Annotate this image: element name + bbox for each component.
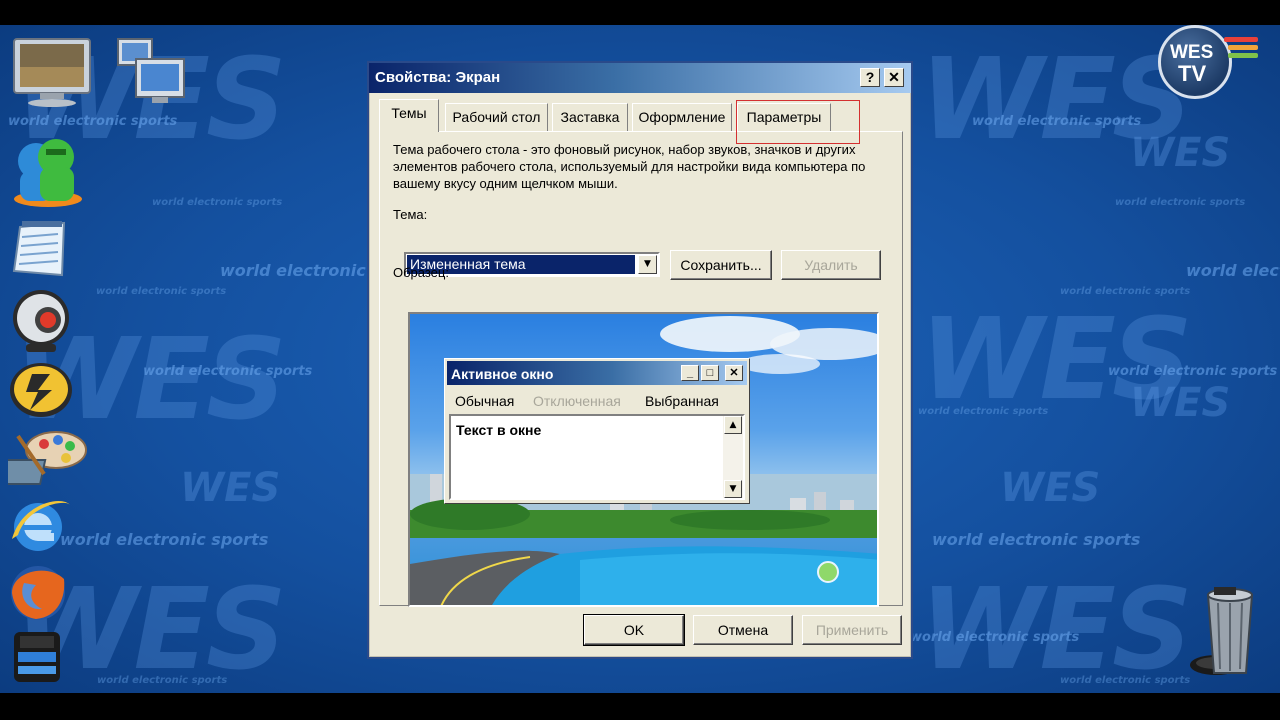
wallpaper-tagline: world electronic sports — [60, 530, 269, 549]
wallpaper-tagline: world electronic sports — [972, 114, 1142, 129]
tab-settings-highlight — [736, 100, 860, 144]
firefox-icon[interactable] — [8, 563, 74, 623]
wallpaper-tagline: world electronic sports — [143, 364, 313, 379]
chevron-up-icon: ▲ — [724, 416, 742, 434]
webcam-icon[interactable] — [8, 288, 74, 354]
paint-icon[interactable] — [0, 428, 88, 488]
dialog-title: Свойства: Экран — [375, 69, 501, 86]
theme-label: Тема: — [393, 207, 428, 222]
themes-description: Тема рабочего стола - это фоновый рисуно… — [393, 142, 866, 191]
preview-active-window: Активное окно _ □ ✕ Обычная Отключенная … — [444, 358, 750, 504]
wallpaper-watermark: WES — [920, 565, 1193, 693]
winamp-icon[interactable] — [8, 360, 74, 420]
my-computer-icon[interactable] — [10, 37, 91, 107]
wes-tv-logo: WES TV — [1158, 25, 1262, 99]
tab-appearance[interactable]: Оформление — [632, 103, 732, 131]
wallpaper-tagline: world electronic sports — [96, 286, 227, 297]
logo-stripe — [1224, 37, 1258, 42]
wallpaper-tagline: world electronic sports — [1060, 286, 1191, 297]
ok-button[interactable]: OK — [583, 614, 685, 646]
preview-menu-selected: Выбранная — [645, 393, 719, 409]
msn-messenger-icon[interactable] — [8, 133, 94, 213]
save-theme-button[interactable]: Сохранить... — [670, 250, 772, 280]
apply-button[interactable]: Применить — [802, 615, 902, 645]
wallpaper-tagline: world electronic sports — [918, 406, 1049, 417]
cancel-button[interactable]: Отмена — [693, 615, 793, 645]
help-button[interactable]: ? — [860, 68, 880, 87]
wallpaper-watermark: WES — [180, 465, 281, 511]
recycle-bin-icon[interactable] — [1186, 585, 1266, 685]
internet-explorer-icon[interactable] — [8, 495, 74, 557]
preview-window-text: Текст в окне — [456, 422, 542, 438]
preview-menu-disabled: Отключенная — [533, 393, 621, 409]
preview-window-content: Текст в окне ▲ ▼ — [449, 414, 745, 500]
wallpaper-tagline: world electronic sports — [8, 114, 178, 129]
dialog-titlebar[interactable]: Свойства: Экран ? ✕ — [369, 63, 911, 93]
network-icon[interactable] — [112, 37, 192, 107]
wallpaper-tagline: world electronic sports — [1108, 364, 1278, 379]
logo-line2: TV — [1178, 61, 1207, 86]
wallpaper-watermark: WES — [1000, 465, 1101, 511]
sample-label: Образец: — [393, 265, 449, 280]
device-icon[interactable] — [10, 630, 66, 686]
wallpaper-tagline: world electronic sports — [910, 630, 1080, 645]
logo-stripe — [1228, 45, 1258, 50]
display-properties-dialog: Свойства: Экран ? ✕ Темы Рабочий стол За… — [367, 61, 913, 659]
wallpaper-tagline: world electronic sports — [1060, 675, 1191, 686]
wallpaper-tagline: world electronic sports — [932, 530, 1141, 549]
chevron-down-icon: ▼ — [724, 480, 742, 498]
wallpaper-watermark: WES — [1130, 380, 1231, 426]
preview-scrollbar: ▲ ▼ — [723, 416, 743, 498]
close-button[interactable]: ✕ — [884, 68, 904, 87]
desktop: WES WES WES WES WES WES WES WES WES WES … — [0, 25, 1280, 693]
preview-window-title: Активное окно — [451, 366, 554, 382]
wallpaper-tagline: world electronic sports — [1186, 261, 1280, 280]
maximize-icon: □ — [701, 365, 719, 381]
tab-screensaver[interactable]: Заставка — [552, 103, 628, 131]
delete-theme-button[interactable]: Удалить — [781, 250, 881, 280]
wallpaper-tagline: world electronic sports — [152, 197, 283, 208]
wallpaper-watermark: WES — [1130, 130, 1231, 176]
tab-themes[interactable]: Темы — [379, 99, 439, 132]
chevron-down-icon[interactable]: ▼ — [638, 255, 657, 274]
close-icon: ✕ — [725, 365, 743, 381]
preview-window-titlebar: Активное окно _ □ ✕ — [447, 361, 747, 385]
preview-menu-normal: Обычная — [455, 393, 515, 409]
wallpaper-tagline: world electronic sports — [97, 675, 228, 686]
notepad-icon[interactable] — [10, 219, 72, 279]
theme-preview: Активное окно _ □ ✕ Обычная Отключенная … — [408, 312, 879, 607]
tab-desktop[interactable]: Рабочий стол — [445, 103, 548, 131]
wallpaper-tagline: world electronic sports — [1115, 197, 1246, 208]
minimize-icon: _ — [681, 365, 699, 381]
logo-stripe — [1228, 53, 1258, 58]
